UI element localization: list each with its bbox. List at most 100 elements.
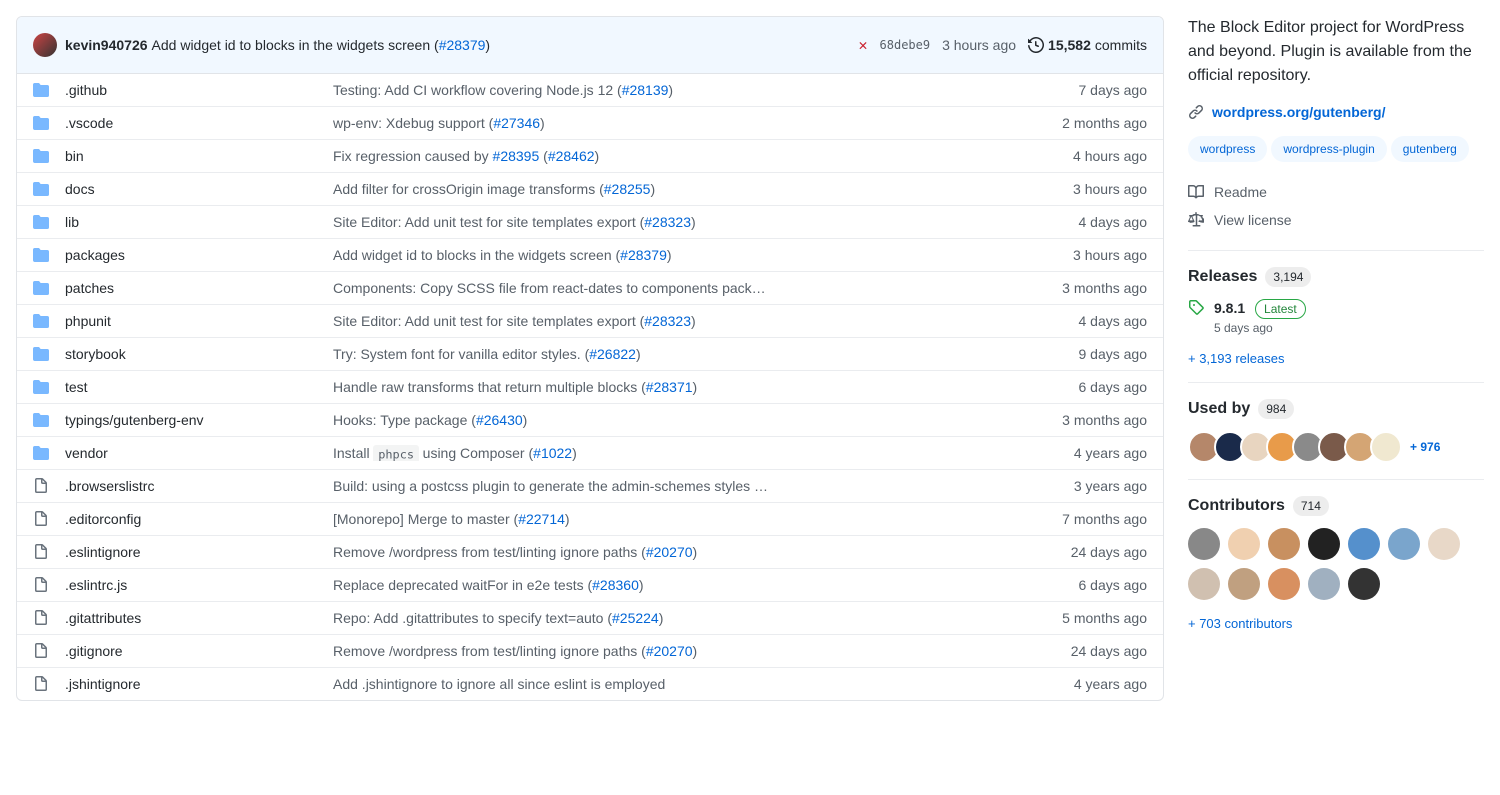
commit-message[interactable]: Repo: Add .gitattributes to specify text… [333,610,1027,626]
file-name[interactable]: vendor [65,445,333,461]
issue-link[interactable]: #28395 [493,148,540,164]
contributor-avatar[interactable] [1188,568,1220,600]
contributor-avatar[interactable] [1348,568,1380,600]
latest-release[interactable]: 9.8.1 Latest 5 days ago [1188,299,1484,335]
commit-message[interactable]: Components: Copy SCSS file from react-da… [333,280,1027,296]
about-url-link[interactable]: wordpress.org/gutenberg/ [1212,104,1385,120]
file-icon [33,544,65,560]
contributor-avatar[interactable] [1228,528,1260,560]
file-name[interactable]: bin [65,148,333,164]
more-releases-link[interactable]: + 3,193 releases [1188,351,1284,366]
contributor-avatar[interactable] [1268,568,1300,600]
commit-message[interactable]: [Monorepo] Merge to master (#22714) [333,511,1027,527]
file-name[interactable]: packages [65,247,333,263]
issue-link[interactable]: #22714 [518,511,565,527]
commit-message[interactable]: Site Editor: Add unit test for site temp… [333,214,1027,230]
issue-link[interactable]: #28323 [644,214,691,230]
commit-message[interactable]: Try: System font for vanilla editor styl… [333,346,1027,362]
file-name[interactable]: .gitattributes [65,610,333,626]
file-row: .eslintignoreRemove /wordpress from test… [17,536,1163,569]
commit-message[interactable]: wp-env: Xdebug support (#27346) [333,115,1027,131]
commit-message[interactable]: Site Editor: Add unit test for site temp… [333,313,1027,329]
issue-link[interactable]: #28139 [622,82,669,98]
ci-status-fail-icon[interactable]: ✕ [858,36,867,54]
commit-message[interactable]: Add .jshintignore to ignore all since es… [333,676,1027,692]
issue-link[interactable]: #25224 [612,610,659,626]
releases-heading[interactable]: Releases 3,194 [1188,267,1484,287]
topic-tag[interactable]: wordpress [1188,136,1267,162]
commit-message[interactable]: Hooks: Type package (#26430) [333,412,1027,428]
release-date: 5 days ago [1214,321,1306,335]
commit-message[interactable]: Add widget id to blocks in the widgets s… [333,247,1027,263]
issue-link[interactable]: #28462 [548,148,595,164]
commit-time: 7 months ago [1027,511,1147,527]
contributor-avatar[interactable] [1268,528,1300,560]
commit-message[interactable]: Replace deprecated waitFor in e2e tests … [333,577,1027,593]
contributors-heading[interactable]: Contributors 714 [1188,496,1484,516]
issue-link[interactable]: #26430 [476,412,523,428]
commit-time: 7 days ago [1027,82,1147,98]
commit-message[interactable]: Fix regression caused by #28395 (#28462) [333,148,1027,164]
folder-icon [33,181,65,197]
file-name[interactable]: .eslintignore [65,544,333,560]
more-contributors-link[interactable]: + 703 contributors [1188,616,1292,631]
commit-sha-link[interactable]: 68debe9 [880,38,931,52]
file-name[interactable]: storybook [65,346,333,362]
author-link[interactable]: kevin940726 [65,37,148,53]
file-name[interactable]: lib [65,214,333,230]
issue-link[interactable]: #27346 [493,115,540,131]
commit-time: 4 days ago [1027,214,1147,230]
usedby-heading[interactable]: Used by 984 [1188,399,1484,419]
about-url[interactable]: wordpress.org/gutenberg/ [1188,104,1484,120]
file-name[interactable]: .gitignore [65,643,333,659]
file-name[interactable]: .jshintignore [65,676,333,692]
commit-message[interactable]: Remove /wordpress from test/linting igno… [333,544,1027,560]
commits-history-link[interactable]: 15,582 commits [1028,37,1147,53]
contributor-avatar[interactable] [1228,568,1260,600]
file-name[interactable]: phpunit [65,313,333,329]
issue-link[interactable]: #28379 [620,247,667,263]
issue-link[interactable]: #1022 [533,445,572,461]
file-name[interactable]: .editorconfig [65,511,333,527]
issue-link[interactable]: #28371 [646,379,693,395]
contributor-avatar[interactable] [1308,568,1340,600]
user-avatar[interactable] [1370,431,1402,463]
author-avatar[interactable] [33,33,57,57]
issue-link[interactable]: #28255 [604,181,651,197]
commit-message[interactable]: Testing: Add CI workflow covering Node.j… [333,82,1027,98]
commit-time: 24 days ago [1027,544,1147,560]
commit-message[interactable]: Remove /wordpress from test/linting igno… [333,643,1027,659]
commit-message[interactable]: Build: using a postcss plugin to generat… [333,478,1027,494]
topic-tag[interactable]: wordpress-plugin [1271,136,1386,162]
readme-link[interactable]: Readme [1188,178,1484,206]
issue-link[interactable]: #26822 [589,346,636,362]
file-row: .vscodewp-env: Xdebug support (#27346)2 … [17,107,1163,140]
commit-message[interactable]: Add widget id to blocks in the widgets s… [152,37,491,53]
file-name[interactable]: .eslintrc.js [65,577,333,593]
file-name[interactable]: typings/gutenberg-env [65,412,333,428]
license-link[interactable]: View license [1188,206,1484,234]
commit-message[interactable]: Add filter for crossOrigin image transfo… [333,181,1027,197]
commit-issue-link[interactable]: #28379 [439,37,486,53]
issue-link[interactable]: #20270 [646,544,693,560]
commit-message[interactable]: Handle raw transforms that return multip… [333,379,1027,395]
issue-link[interactable]: #28323 [644,313,691,329]
contributor-avatar[interactable] [1388,528,1420,560]
usedby-avatars[interactable]: + 976 [1188,431,1484,463]
file-name[interactable]: test [65,379,333,395]
contributor-avatar[interactable] [1308,528,1340,560]
file-name[interactable]: .vscode [65,115,333,131]
book-icon [1188,184,1204,200]
contributor-avatar[interactable] [1348,528,1380,560]
file-name[interactable]: .browserslistrc [65,478,333,494]
file-name[interactable]: .github [65,82,333,98]
more-usedby-link[interactable]: + 976 [1410,440,1440,454]
file-name[interactable]: docs [65,181,333,197]
file-name[interactable]: patches [65,280,333,296]
topic-tag[interactable]: gutenberg [1391,136,1469,162]
contributor-avatar[interactable] [1188,528,1220,560]
issue-link[interactable]: #28360 [592,577,639,593]
commit-message[interactable]: Install phpcs using Composer (#1022) [333,445,1027,461]
contributor-avatar[interactable] [1428,528,1460,560]
issue-link[interactable]: #20270 [646,643,693,659]
